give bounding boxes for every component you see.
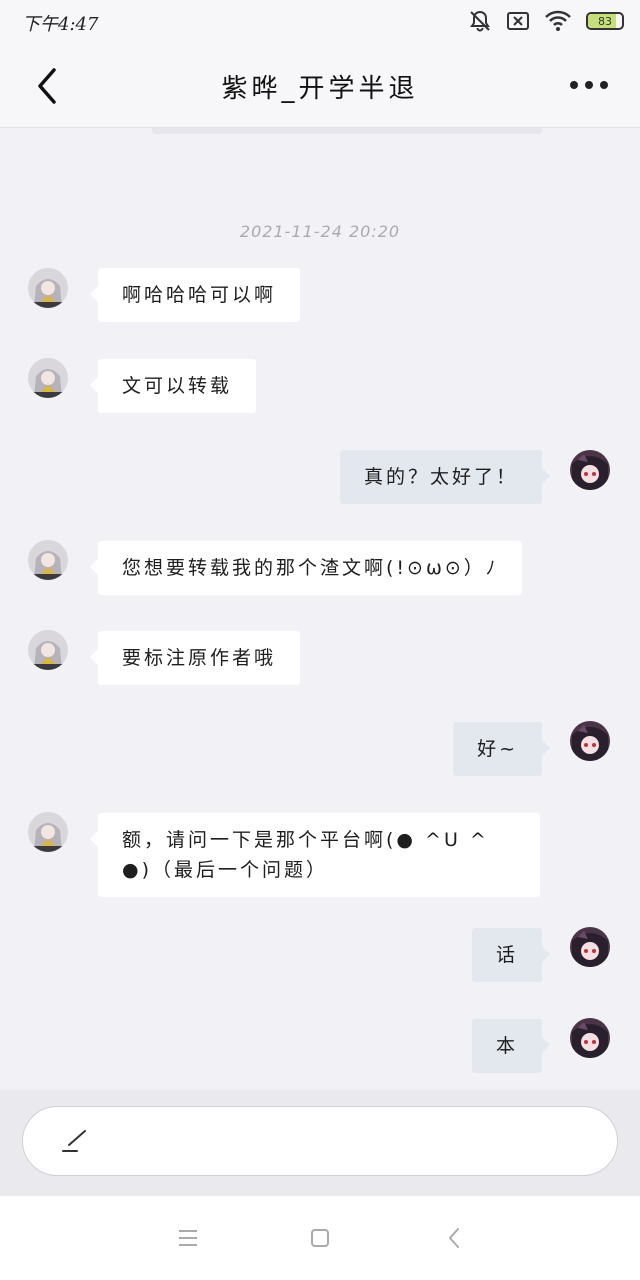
wifi-icon — [544, 10, 572, 32]
menu-icon — [179, 1230, 197, 1246]
my-avatar[interactable] — [570, 721, 610, 761]
message-timestamp: 2021-11-24 20:20 — [239, 222, 401, 241]
home-icon — [311, 1229, 329, 1247]
pen-icon — [61, 1129, 89, 1157]
chat-header: 紫晔_开学半退 — [0, 44, 640, 128]
my-avatar[interactable] — [570, 450, 610, 490]
status-icons: 83 — [468, 8, 624, 34]
message-list[interactable]: 2021-11-24 20:20 啊哈哈哈可以啊 文可以转载 真的？太好了！ 您… — [0, 128, 640, 1090]
status-time: 下午4:47 — [22, 14, 99, 35]
system-back-button[interactable] — [440, 1224, 468, 1252]
status-bar: 下午4:47 83 — [0, 0, 640, 44]
input-area — [0, 1090, 640, 1196]
contact-avatar[interactable] — [28, 630, 68, 670]
menu-button[interactable] — [174, 1224, 202, 1252]
outgoing-message[interactable]: 好~ — [453, 722, 550, 776]
more-dot — [570, 81, 578, 89]
contact-avatar[interactable] — [28, 358, 68, 398]
back-icon — [449, 1228, 459, 1248]
home-button[interactable] — [306, 1224, 334, 1252]
more-dot — [585, 81, 593, 89]
outgoing-message[interactable]: 本 — [471, 1019, 551, 1073]
incoming-message[interactable]: 文可以转载 — [89, 359, 257, 413]
message-input[interactable] — [22, 1106, 618, 1176]
incoming-message[interactable]: 要标注原作者哦 — [89, 631, 301, 685]
more-options-button[interactable] — [570, 78, 610, 92]
previous-message-edge — [152, 128, 542, 134]
chat-title: 紫晔_开学半退 — [221, 74, 419, 104]
my-avatar[interactable] — [570, 1018, 610, 1058]
mute-icon — [468, 10, 492, 32]
contact-avatar[interactable] — [28, 540, 68, 580]
more-dot — [600, 81, 608, 89]
battery-level: 83 — [598, 14, 612, 28]
battery-icon: 83 — [586, 12, 624, 30]
incoming-message[interactable]: 额，请问一下是那个平台啊(● ^U ^ ●)（最后一个问题） — [90, 813, 540, 897]
system-navigation-bar — [0, 1196, 640, 1280]
outgoing-message[interactable]: 真的？太好了！ — [339, 450, 551, 504]
my-avatar[interactable] — [570, 927, 610, 967]
contact-avatar[interactable] — [28, 812, 68, 852]
contact-avatar[interactable] — [28, 268, 68, 308]
outgoing-message[interactable]: 话 — [471, 928, 551, 982]
incoming-message[interactable]: 啊哈哈哈可以啊 — [89, 268, 301, 322]
sim-off-icon — [506, 11, 530, 31]
incoming-message[interactable]: 您想要转载我的那个渣文啊(!⊙ω⊙）ﾉ — [89, 541, 523, 595]
